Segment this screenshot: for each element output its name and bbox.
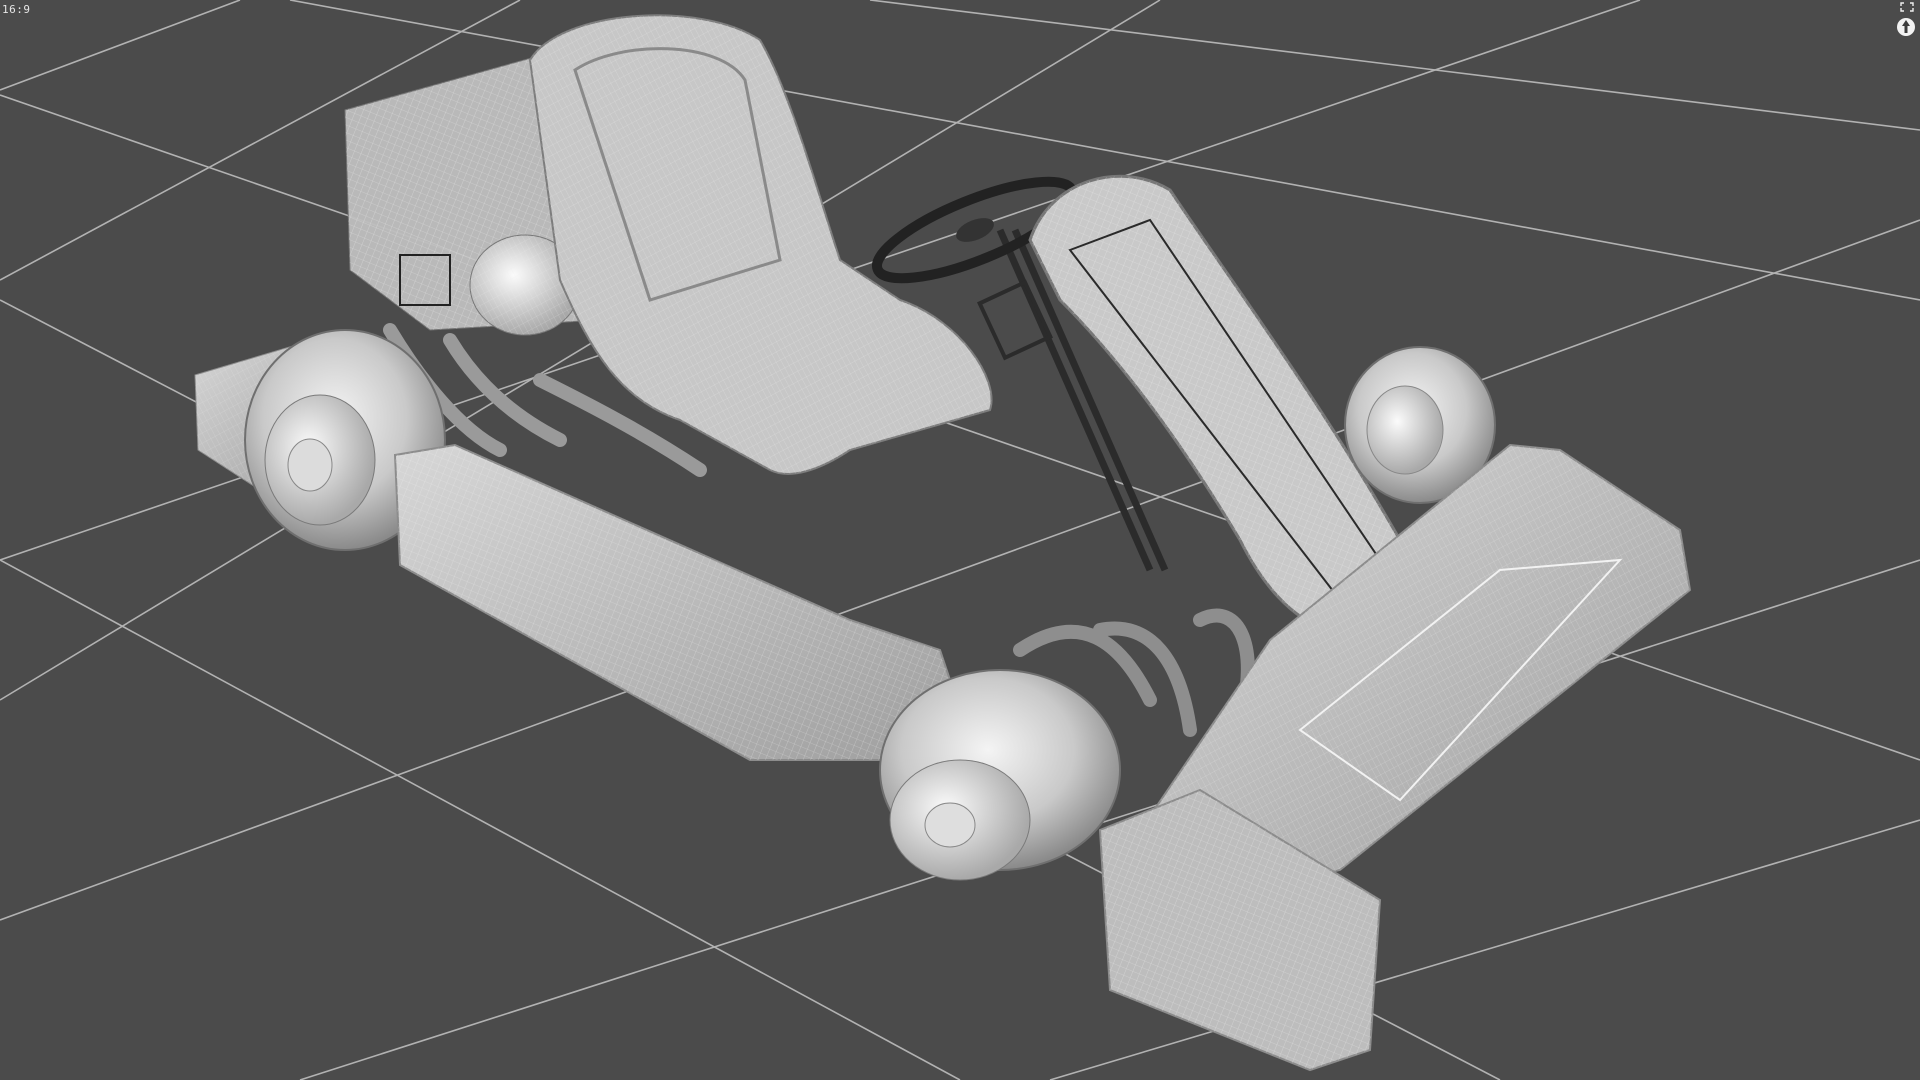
navigation-gizmo-icon[interactable] <box>1896 17 1916 37</box>
front-fairing <box>1028 174 1404 632</box>
viewport-corner-tools <box>1896 2 1916 40</box>
front-left-wheel <box>879 669 1121 881</box>
maximize-corners-icon[interactable] <box>1900 2 1914 12</box>
3d-viewport[interactable]: 16:9 <box>0 0 1920 1080</box>
left-side-pod <box>393 443 962 761</box>
aspect-ratio-label: 16:9 <box>2 3 31 16</box>
scene-canvas[interactable] <box>0 0 1920 1080</box>
